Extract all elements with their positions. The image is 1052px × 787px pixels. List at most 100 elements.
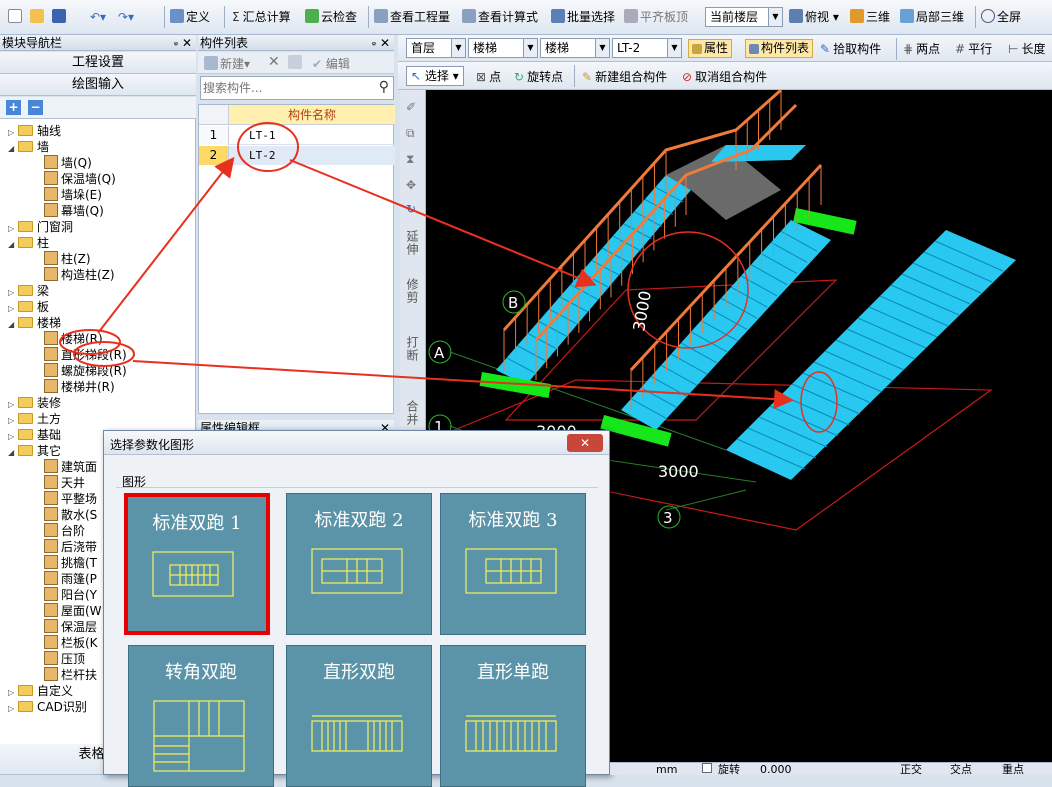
define-button[interactable]: 定义: [170, 8, 210, 26]
align-slab-top-button[interactable]: 平齐板顶: [624, 8, 688, 26]
expanded-icon[interactable]: ◢: [8, 317, 18, 333]
tree-folder[interactable]: ▷ 土方: [8, 411, 61, 427]
tree-item[interactable]: 后浇带: [44, 539, 97, 555]
close-icon[interactable]: ✕: [380, 35, 390, 51]
rotate-checkbox[interactable]: [702, 763, 712, 773]
length-button[interactable]: ⊢ 长度: [1008, 40, 1045, 57]
expanded-icon[interactable]: ◢: [8, 445, 18, 461]
rotate-icon[interactable]: ↻: [406, 202, 416, 216]
tree-item[interactable]: 栏板(K: [44, 635, 98, 651]
view-quantity-button[interactable]: 查看工程量: [374, 8, 450, 26]
tree-item[interactable]: 直形梯段(R): [44, 347, 127, 363]
tree-item[interactable]: 墙(Q): [44, 155, 92, 171]
attribute-button[interactable]: 属性: [688, 39, 733, 58]
tree-folder[interactable]: ▷ 自定义: [8, 683, 73, 699]
tree-folder[interactable]: ◢ 楼梯: [8, 315, 61, 331]
batch-select-button[interactable]: 批量选择: [551, 8, 615, 26]
component-select[interactable]: LT-2 ▼: [612, 38, 682, 58]
floor-select[interactable]: 首层 ▼: [406, 38, 466, 58]
tree-item[interactable]: 屋面(W: [44, 603, 102, 619]
view-formula-button[interactable]: 查看计算式: [462, 8, 538, 26]
tree-item[interactable]: 螺旋梯段(R): [44, 363, 127, 379]
expanded-icon[interactable]: ◢: [8, 141, 18, 157]
tree-folder[interactable]: ▷ 装修: [8, 395, 61, 411]
copy-icon[interactable]: ⧉: [406, 126, 415, 141]
tile-standard-double-2[interactable]: 标准双跑 2: [286, 493, 432, 635]
tree-item[interactable]: 保温墙(Q): [44, 171, 116, 187]
expanded-icon[interactable]: ◢: [8, 237, 18, 253]
mirror-icon[interactable]: ⧗: [406, 152, 414, 167]
tree-folder[interactable]: ▷ 门窗洞: [8, 219, 73, 235]
rotate-point-button[interactable]: ↻ 旋转点: [514, 68, 563, 85]
tree-item[interactable]: 楼梯(R): [44, 331, 103, 347]
ortho-toggle[interactable]: 正交: [900, 763, 922, 775]
pin-icon[interactable]: ᵩ: [174, 35, 178, 51]
tile-straight-single[interactable]: 直形单跑: [440, 645, 586, 787]
two-point-button[interactable]: ⋕ 两点: [903, 40, 940, 57]
save-icon[interactable]: [52, 8, 68, 26]
tree-item[interactable]: 保温层: [44, 619, 97, 635]
tree-folder[interactable]: ◢ 墙: [8, 139, 49, 155]
tree-item[interactable]: 散水(S: [44, 507, 97, 523]
tree-item[interactable]: 栏杆扶: [44, 667, 97, 683]
pen-icon[interactable]: ✐: [406, 100, 416, 114]
tree-folder[interactable]: ▷ 基础: [8, 427, 61, 443]
intersect-toggle[interactable]: 交点: [950, 763, 972, 775]
select-button[interactable]: ↖ 选择 ▾: [406, 66, 464, 86]
close-icon[interactable]: ✕: [182, 35, 192, 51]
pick-component-button[interactable]: ✎ 拾取构件: [820, 40, 881, 57]
tree-folder[interactable]: ▷ 轴线: [8, 123, 61, 139]
copy-icon[interactable]: [288, 55, 304, 70]
tree-item[interactable]: 幕墙(Q): [44, 203, 104, 219]
new-component-button[interactable]: 新建▾: [204, 55, 250, 72]
tree-item[interactable]: 楼梯井(R): [44, 379, 115, 395]
tree-folder[interactable]: ◢ 柱: [8, 235, 49, 251]
parallel-button[interactable]: # 平行: [955, 40, 992, 57]
extend-tool[interactable]: 延伸: [404, 230, 421, 256]
category-select[interactable]: 楼梯 ▼: [468, 38, 538, 58]
local-3d-button[interactable]: 局部三维: [900, 8, 964, 26]
expand-all-icon[interactable]: +: [6, 100, 21, 115]
undo-icon[interactable]: ↶▾: [90, 8, 106, 26]
fullscreen-button[interactable]: 全屏: [981, 8, 1021, 26]
type-select[interactable]: 楼梯 ▼: [540, 38, 610, 58]
tree-item[interactable]: 平整场: [44, 491, 97, 507]
tree-folder[interactable]: ◢ 其它: [8, 443, 61, 459]
table-row[interactable]: 2 LT-2: [199, 146, 395, 165]
point-button[interactable]: ⊠ 点: [476, 68, 501, 85]
top-view-button[interactable]: 俯视 ▾: [789, 8, 839, 26]
break-tool[interactable]: 打断: [404, 336, 421, 362]
search-box[interactable]: ⚲: [200, 76, 394, 100]
redo-icon[interactable]: ↷▾: [118, 8, 134, 26]
close-icon[interactable]: ✕: [567, 434, 603, 452]
tree-folder[interactable]: ▷ CAD识别: [8, 699, 87, 715]
collapsed-icon[interactable]: ▷: [8, 701, 18, 717]
merge-tool[interactable]: 合并: [404, 400, 421, 426]
tile-standard-double-3[interactable]: 标准双跑 3: [440, 493, 586, 635]
component-list-button[interactable]: 构件列表: [745, 39, 814, 58]
tile-corner-double[interactable]: 转角双跑: [128, 645, 274, 787]
tree-item[interactable]: 压顶: [44, 651, 85, 667]
tile-straight-double[interactable]: 直形双跑: [286, 645, 432, 787]
cancel-group-button[interactable]: ⊘ 取消组合构件: [682, 68, 767, 85]
tree-folder[interactable]: ▷ 板: [8, 299, 49, 315]
tile-standard-double-1[interactable]: 标准双跑 1: [124, 493, 270, 635]
new-group-button[interactable]: ✎ 新建组合构件: [582, 68, 667, 85]
tree-item[interactable]: 阳台(Y: [44, 587, 97, 603]
drawing-input-button[interactable]: 绘图输入: [0, 74, 196, 96]
tree-item[interactable]: 雨篷(P: [44, 571, 97, 587]
tree-item[interactable]: 构造柱(Z): [44, 267, 115, 283]
tree-item[interactable]: 柱(Z): [44, 251, 91, 267]
tree-folder[interactable]: ▷ 梁: [8, 283, 49, 299]
tree-item[interactable]: 建筑面: [44, 459, 97, 475]
table-row[interactable]: 1 LT-1: [199, 126, 395, 145]
open-file-icon[interactable]: [30, 8, 46, 26]
3d-view-button[interactable]: 三维: [850, 8, 890, 26]
pin-icon[interactable]: ᵩ: [372, 35, 376, 51]
move-icon[interactable]: ✥: [406, 178, 416, 192]
search-icon[interactable]: ⚲: [379, 79, 389, 95]
new-file-icon[interactable]: [8, 8, 24, 26]
edit-component-button[interactable]: ✔ 编辑: [312, 55, 350, 72]
project-settings-button[interactable]: 工程设置: [0, 52, 196, 74]
tree-item[interactable]: 天井: [44, 475, 85, 491]
